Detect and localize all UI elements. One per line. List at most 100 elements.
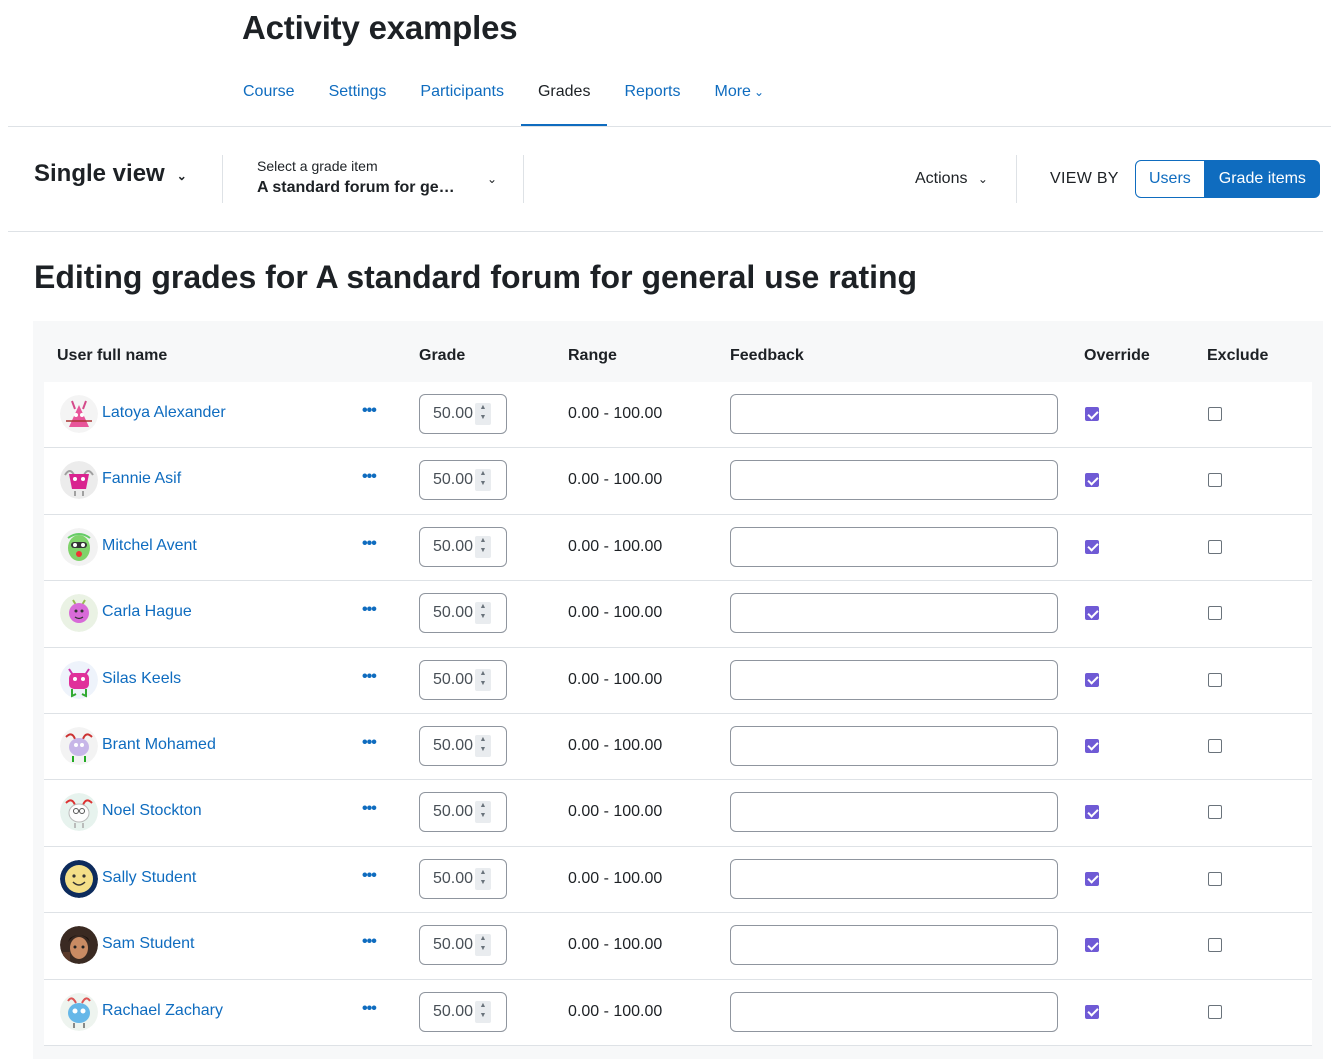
grade-spinner[interactable]: ▲ ▼ [475,535,491,558]
exclude-checkbox[interactable] [1208,407,1222,421]
nav-grades[interactable]: Grades [520,72,608,127]
feedback-input[interactable] [730,394,1058,434]
feedback-input[interactable] [730,659,1058,700]
grade-spinner[interactable]: ▲ ▼ [475,403,491,425]
override-checkbox[interactable] [1085,539,1099,554]
view-by-toggle: Users Grade items [1135,160,1320,198]
grade-range: 0.00 - 100.00 [568,936,663,954]
view-by-users-button[interactable]: Users [1135,160,1205,198]
grade-input[interactable] [420,793,480,832]
grade-spinner[interactable]: ▲ ▼ [475,734,491,757]
grade-spinner[interactable]: ▲ ▼ [475,934,491,957]
feedback-input[interactable] [730,991,1058,1032]
grade-spinner[interactable]: ▲ ▼ [475,469,491,492]
override-checkbox[interactable] [1085,1004,1099,1019]
feedback-input[interactable] [730,460,1058,501]
view-selector-label: Single view [34,160,165,187]
header-user-full-name[interactable]: User full name [57,347,167,365]
divider [523,155,524,203]
grade-input[interactable] [420,395,480,433]
user-name-link[interactable]: Noel Stockton [102,802,202,820]
grade-input[interactable] [420,660,480,699]
row-actions-menu[interactable]: ••• [362,668,377,686]
nav-participants[interactable]: Participants [403,72,521,127]
row-actions-menu[interactable]: ••• [362,800,377,818]
chevron-down-icon: ⌄ [753,85,764,99]
nav-settings[interactable]: Settings [312,72,404,127]
grade-input[interactable] [420,594,480,633]
green-monster-avatar-icon [60,527,98,566]
feedback-input[interactable] [730,526,1058,567]
user-name-link[interactable]: Latoya Alexander [102,404,226,422]
table-row: Rachael Zachary ••• ▲▼ 0.00 - 100.00 [44,979,1312,1046]
grade-input[interactable] [420,859,480,898]
nav-course[interactable]: Course [226,72,312,127]
grade-input[interactable] [420,992,480,1031]
exclude-checkbox[interactable] [1208,871,1222,886]
header-exclude: Exclude [1207,347,1269,364]
grade-spinner[interactable]: ▲ ▼ [475,602,491,625]
page-heading: Editing grades for A standard forum for … [34,259,918,295]
grade-input[interactable] [420,461,480,500]
exclude-checkbox[interactable] [1208,805,1222,820]
row-actions-menu[interactable]: ••• [362,1000,377,1018]
grade-item-selector[interactable]: Select a grade item A standard forum for… [257,158,497,197]
grade-spinner[interactable]: ▲ ▼ [475,1000,491,1023]
exclude-checkbox[interactable] [1208,606,1222,621]
feedback-input[interactable] [730,858,1058,899]
feedback-input[interactable] [730,925,1058,966]
user-name-link[interactable]: Sam Student [102,935,195,953]
chevron-down-icon: ⌄ [486,172,497,186]
override-checkbox[interactable] [1085,938,1099,953]
blue-monster-avatar-icon [60,992,98,1031]
grade-input-wrapper: ▲▼ [419,593,507,634]
grade-input[interactable] [420,726,480,765]
exclude-checkbox[interactable] [1208,738,1222,753]
override-checkbox[interactable] [1085,473,1099,488]
row-actions-menu[interactable]: ••• [362,601,377,619]
row-actions-menu[interactable]: ••• [362,734,377,752]
grade-input[interactable] [420,926,480,965]
grade-spinner[interactable]: ▲ ▼ [475,801,491,824]
view-by-grade-items-button[interactable]: Grade items [1204,160,1320,198]
exclude-checkbox[interactable] [1208,1004,1222,1019]
nav-more[interactable]: More ⌄ [697,72,781,127]
row-actions-menu[interactable]: ••• [362,535,377,553]
grade-input-wrapper: ▲▼ [419,460,507,501]
nav-reports[interactable]: Reports [607,72,697,127]
row-actions-menu[interactable]: ••• [362,933,377,951]
override-checkbox[interactable] [1085,805,1099,820]
user-name-link[interactable]: Fannie Asif [102,470,181,488]
exclude-checkbox[interactable] [1208,672,1222,687]
exclude-checkbox[interactable] [1208,473,1222,488]
exclude-checkbox[interactable] [1208,539,1222,554]
override-checkbox[interactable] [1085,871,1099,886]
row-actions-menu[interactable]: ••• [362,402,377,420]
grade-spinner[interactable]: ▲ ▼ [475,668,491,691]
feedback-input[interactable] [730,593,1058,634]
actions-label: Actions [915,170,968,187]
exclude-checkbox[interactable] [1208,938,1222,953]
row-actions-menu[interactable]: ••• [362,468,377,486]
grade-input-wrapper: ▲▼ [419,725,507,766]
view-selector[interactable]: Single view ⌄ [34,160,187,188]
row-actions-menu[interactable]: ••• [362,867,377,885]
grade-range: 0.00 - 100.00 [568,670,663,688]
user-name-link[interactable]: Silas Keels [102,670,181,688]
grade-input-wrapper: ▲▼ [419,991,507,1032]
user-name-link[interactable]: Rachael Zachary [102,1002,223,1020]
override-checkbox[interactable] [1085,672,1099,687]
user-name-link[interactable]: Mitchel Avent [102,537,197,555]
user-name-link[interactable]: Brant Mohamed [102,736,216,754]
user-name-link[interactable]: Carla Hague [102,603,192,621]
grade-spinner[interactable]: ▲ ▼ [475,867,491,890]
override-checkbox[interactable] [1085,606,1099,621]
feedback-input[interactable] [730,725,1058,766]
feedback-input[interactable] [730,792,1058,833]
override-checkbox[interactable] [1085,738,1099,753]
divider [1016,155,1017,203]
override-checkbox[interactable] [1085,407,1099,421]
grade-input[interactable] [420,527,480,566]
user-name-link[interactable]: Sally Student [102,869,196,887]
actions-dropdown[interactable]: Actions ⌄ [915,170,988,188]
